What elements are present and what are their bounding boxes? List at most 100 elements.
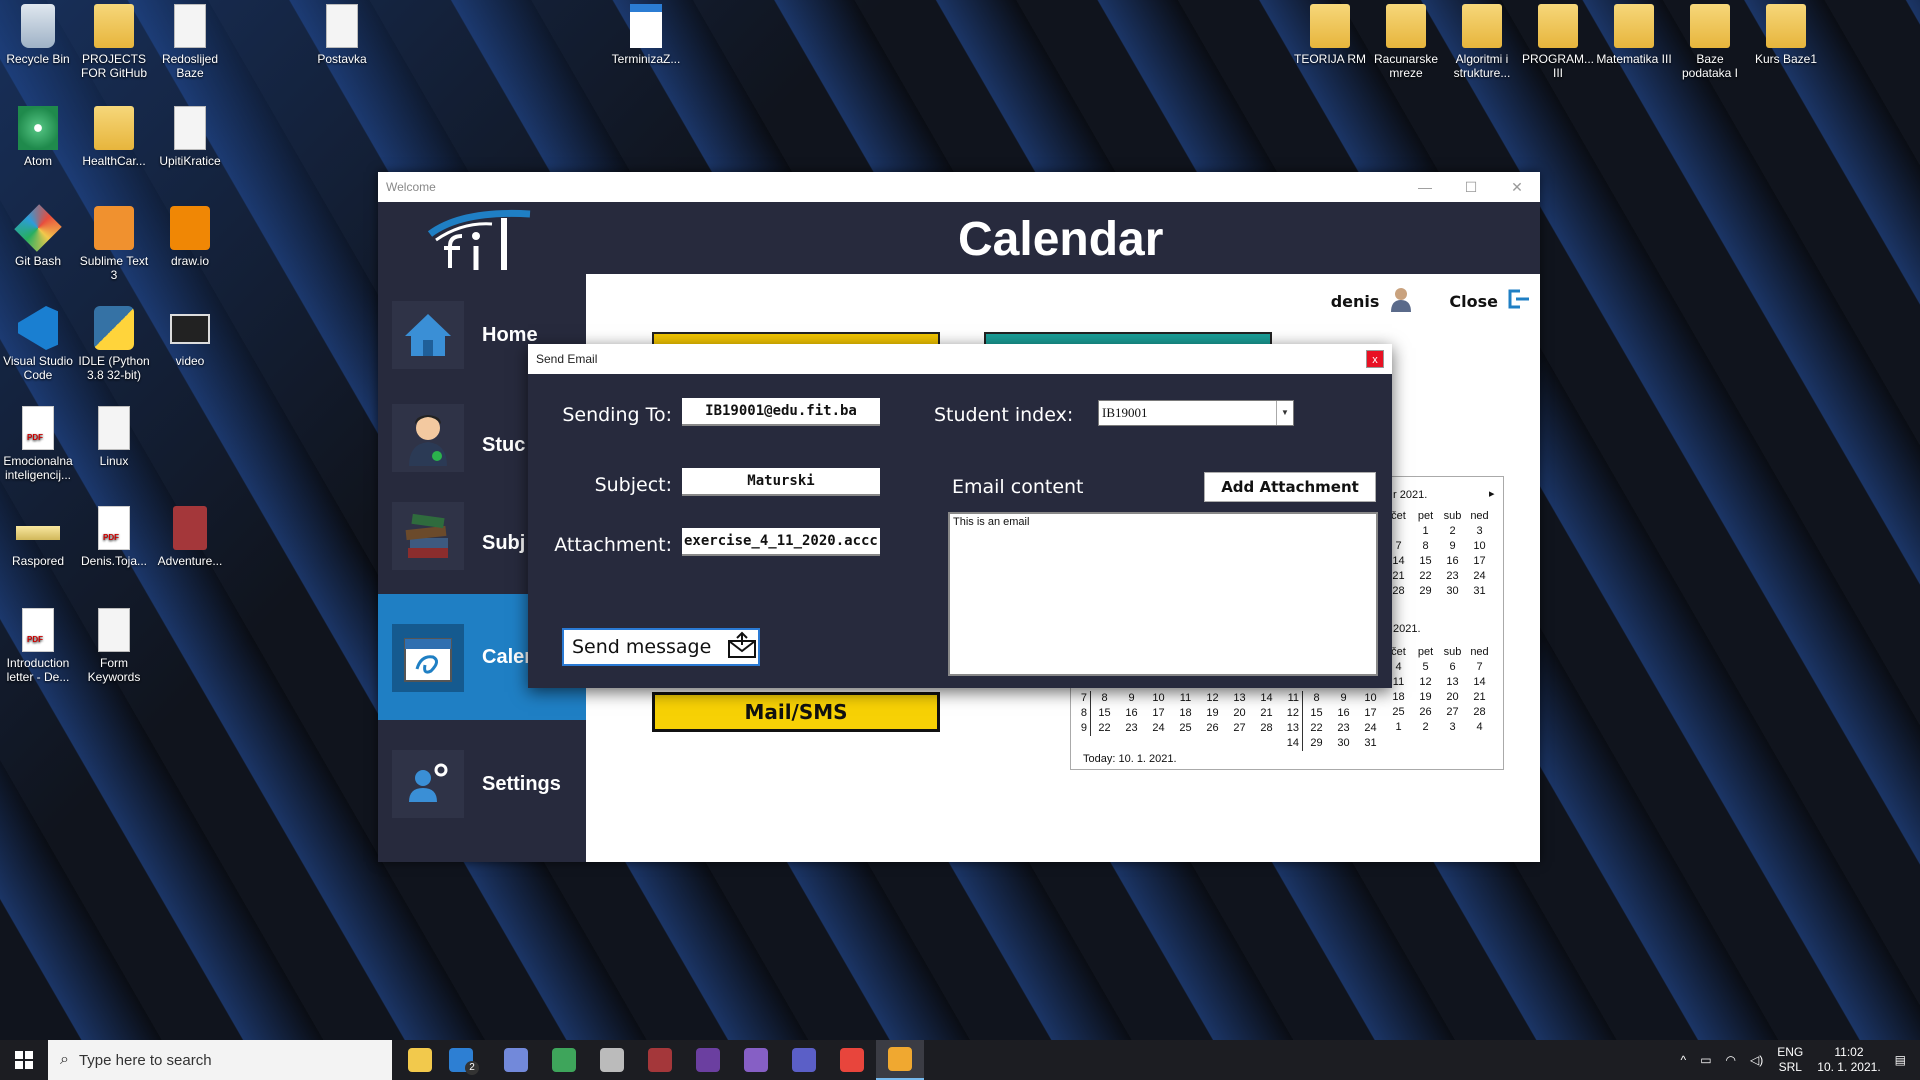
taskbar-app[interactable] [492, 1040, 540, 1080]
calendar-day[interactable]: 9 [1439, 539, 1466, 554]
calendar-day[interactable]: 30 [1330, 736, 1357, 751]
desktop-icon[interactable]: IDLE (Python 3.8 32-bit) [76, 306, 152, 382]
calendar-day[interactable]: 29 [1303, 736, 1330, 751]
desktop-icon[interactable]: Racunarske mreze [1368, 4, 1444, 80]
calendar-day[interactable]: 24 [1357, 721, 1384, 736]
calendar-day[interactable]: 18 [1172, 706, 1199, 721]
calendar-day[interactable]: 25 [1172, 721, 1199, 736]
email-content-textarea[interactable]: This is an email [948, 512, 1378, 676]
calendar-day[interactable]: 8 [1412, 539, 1439, 554]
minimize-button[interactable]: — [1402, 172, 1448, 202]
taskbar-app[interactable] [396, 1040, 444, 1080]
calendar-day[interactable]: 13 [1226, 691, 1253, 706]
start-button[interactable] [0, 1040, 48, 1080]
calendar-day[interactable]: 27 [1439, 705, 1466, 720]
calendar-day[interactable]: 15 [1412, 554, 1439, 569]
calendar-day[interactable]: 6 [1439, 660, 1466, 675]
notifications-icon[interactable]: ▤ [1895, 1053, 1906, 1067]
volume-icon[interactable]: ◁) [1750, 1053, 1763, 1067]
calendar-day[interactable]: 8 [1303, 691, 1330, 706]
taskbar-app[interactable] [540, 1040, 588, 1080]
calendar-day[interactable]: 28 [1253, 721, 1280, 736]
desktop-icon[interactable]: video [152, 306, 228, 368]
taskbar-app[interactable] [636, 1040, 684, 1080]
desktop-icon[interactable]: PROJECTS FOR GitHub [76, 4, 152, 80]
desktop-icon[interactable]: TerminizaZ... [608, 4, 684, 66]
calendar-day[interactable]: 3 [1439, 720, 1466, 735]
desktop-icon[interactable]: Form Keywords [76, 608, 152, 684]
calendar-day[interactable]: 17 [1466, 554, 1493, 569]
calendar-day[interactable]: 26 [1412, 705, 1439, 720]
calendar-day[interactable]: 9 [1330, 691, 1357, 706]
desktop-icon[interactable]: Adventure... [152, 506, 228, 568]
desktop-icon[interactable]: HealthCar... [76, 106, 152, 168]
calendar-day[interactable]: 10 [1466, 539, 1493, 554]
calendar-day[interactable]: 1 [1385, 720, 1412, 735]
desktop-icon[interactable]: Matematika III [1596, 4, 1672, 66]
calendar-day[interactable]: 30 [1439, 584, 1466, 599]
calendar-day[interactable]: 18 [1385, 690, 1412, 705]
desktop-icon[interactable]: Atom [0, 106, 76, 168]
calendar-day[interactable]: 29 [1412, 584, 1439, 599]
calendar-day[interactable]: 5 [1412, 660, 1439, 675]
desktop-icon[interactable]: draw.io [152, 206, 228, 268]
chevron-down-icon[interactable]: ▼ [1276, 401, 1293, 425]
calendar-day[interactable]: 11 [1172, 691, 1199, 706]
calendar-day[interactable]: 10 [1145, 691, 1172, 706]
next-month-button[interactable]: ▸ [1489, 487, 1495, 500]
desktop-icon[interactable]: Redoslijed Baze [152, 4, 228, 80]
calendar-day[interactable]: 20 [1226, 706, 1253, 721]
mail-sms-button[interactable]: Mail/SMS [652, 692, 940, 732]
taskbar-app[interactable] [684, 1040, 732, 1080]
calendar-day[interactable]: 20 [1439, 690, 1466, 705]
calendar-day[interactable]: 17 [1145, 706, 1172, 721]
clock[interactable]: 11:02 10. 1. 2021. [1817, 1045, 1880, 1075]
language-indicator[interactable]: ENG SRL [1777, 1045, 1803, 1075]
subject-field[interactable]: Maturski [682, 468, 880, 496]
calendar-day[interactable]: 2 [1439, 524, 1466, 539]
calendar-day[interactable]: 22 [1412, 569, 1439, 584]
desktop-icon[interactable]: PROGRAM... III [1520, 4, 1596, 80]
wifi-icon[interactable]: ◠ [1726, 1053, 1736, 1067]
calendar-day[interactable]: 14 [1466, 675, 1493, 690]
close-button[interactable]: Close [1449, 292, 1498, 311]
calendar-day[interactable]: 23 [1330, 721, 1357, 736]
calendar-day[interactable]: 15 [1303, 706, 1330, 721]
student-index-select[interactable]: IB19001 ▼ [1098, 400, 1294, 426]
sending-to-field[interactable]: IB19001@edu.fit.ba [682, 398, 880, 426]
desktop-icon[interactable]: Denis.Toja... [76, 506, 152, 568]
calendar-day[interactable]: 1 [1412, 524, 1439, 539]
calendar-day[interactable]: 3 [1466, 524, 1493, 539]
attachment-field[interactable]: exercise_4_11_2020.accc [682, 528, 880, 556]
calendar-day[interactable]: 17 [1357, 706, 1384, 721]
maximize-button[interactable]: ☐ [1448, 172, 1494, 202]
calendar-day[interactable]: 23 [1439, 569, 1466, 584]
chevron-up-icon[interactable]: ^ [1681, 1053, 1687, 1067]
taskbar-app[interactable] [828, 1040, 876, 1080]
calendar-day[interactable]: 31 [1357, 736, 1384, 751]
dialog-close-button[interactable]: x [1366, 350, 1384, 368]
calendar-day[interactable]: 16 [1118, 706, 1145, 721]
taskbar-app[interactable] [588, 1040, 636, 1080]
calendar-day[interactable]: 26 [1199, 721, 1226, 736]
calendar-day[interactable]: 16 [1330, 706, 1357, 721]
desktop-icon[interactable]: Baze podataka I [1672, 4, 1748, 80]
calendar-day[interactable]: 21 [1466, 690, 1493, 705]
send-message-button[interactable]: Send message [562, 628, 760, 666]
calendar-day[interactable]: 15 [1091, 706, 1118, 721]
calendar-day[interactable]: 27 [1226, 721, 1253, 736]
calendar-day[interactable]: 9 [1118, 691, 1145, 706]
window-close-button[interactable]: ✕ [1494, 172, 1540, 202]
calendar-day[interactable]: 4 [1466, 720, 1493, 735]
logout-icon[interactable] [1508, 289, 1530, 313]
calendar-day[interactable]: 28 [1466, 705, 1493, 720]
desktop-icon[interactable]: Postavka [304, 4, 380, 66]
desktop-icon[interactable]: Raspored [0, 506, 76, 568]
calendar-day[interactable]: 21 [1253, 706, 1280, 721]
desktop-icon[interactable]: Algoritmi i strukture... [1444, 4, 1520, 80]
desktop-icon[interactable]: Linux [76, 406, 152, 468]
calendar-day[interactable]: 19 [1412, 690, 1439, 705]
calendar-day[interactable]: 7 [1466, 660, 1493, 675]
calendar-day[interactable]: 24 [1466, 569, 1493, 584]
calendar-day[interactable]: 22 [1303, 721, 1330, 736]
